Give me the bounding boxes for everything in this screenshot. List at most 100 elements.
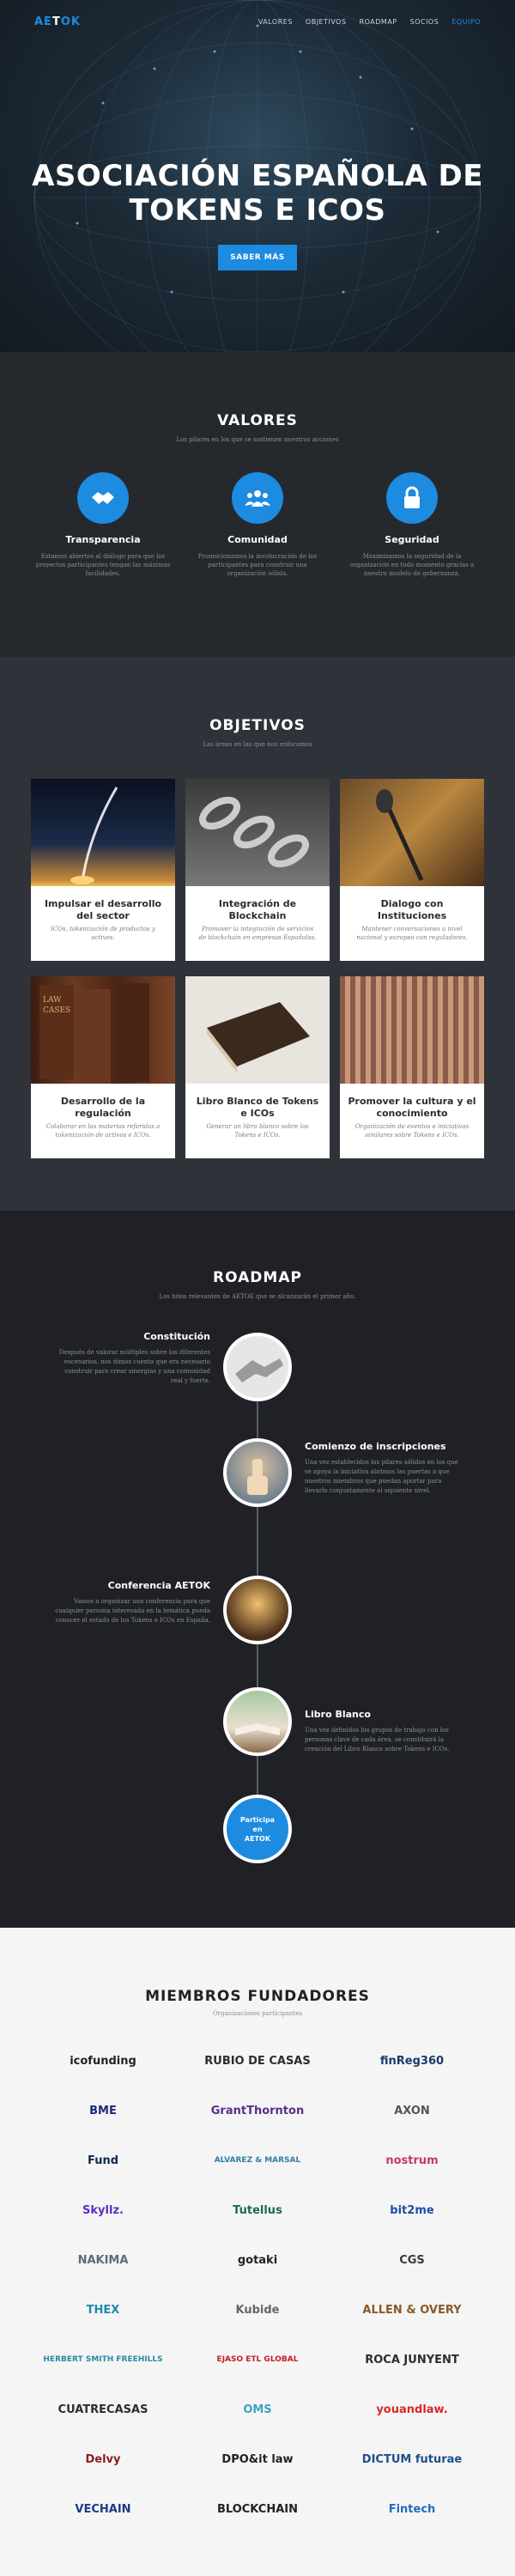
member-logo[interactable]: DPO&it law	[189, 2442, 326, 2476]
milestone-title: Libro Blanco	[305, 1709, 371, 1720]
hero-section: ASOCIACIÓN ESPAÑOLA DE TOKENS E ICOS SAB…	[0, 0, 515, 352]
lock-icon	[386, 472, 438, 524]
member-logo[interactable]: EJASO ETL GLOBAL	[189, 2342, 326, 2377]
member-logo[interactable]: CUATRECASAS	[34, 2392, 172, 2427]
valor-item: Seguridad Maximizamos la seguridad de la…	[343, 472, 481, 578]
svg-text:CASES: CASES	[43, 1006, 70, 1015]
miembros-subtitle: Organizaciones participantes	[212, 2010, 303, 2017]
conference-image	[223, 1576, 292, 1644]
open-book-image	[223, 1687, 292, 1756]
objetivo-title: Impulsar el desarrollo del sector	[44, 898, 162, 921]
miembros-section: MIEMBROS FUNDADORES Organizaciones parti…	[0, 1928, 515, 2576]
valor-item: Comunidad Promocionamos la involucración…	[189, 472, 326, 578]
member-logo[interactable]: HERBERT SMITH FREEHILLS	[34, 2342, 172, 2377]
objetivo-text: Mantener conversaciones a nivel nacional…	[356, 926, 468, 941]
objetivo-card[interactable]: Impulsar el desarrollo del sector ICOs, …	[31, 779, 175, 961]
milestone-text: Una vez establecidos los pilares sólidos…	[305, 1459, 458, 1494]
member-logo[interactable]: Delvy	[34, 2442, 172, 2476]
handshake-image	[223, 1333, 292, 1401]
member-logo[interactable]: gotaki	[189, 2243, 326, 2277]
nav-item-socios[interactable]: SOCIOS	[410, 18, 439, 26]
objetivo-card[interactable]: Integración de Blockchain Promover la in…	[185, 779, 330, 961]
participate-button[interactable]: Participa en AETOK	[223, 1795, 292, 1863]
member-logo[interactable]: CGS	[343, 2243, 481, 2277]
objetivos-subtitle: Las áreas en las que nos enfocamos	[203, 741, 312, 748]
valor-item: Transparencia Estamos abiertos al diálog…	[34, 472, 172, 578]
member-logo[interactable]: Skyllz.	[34, 2193, 172, 2227]
member-logo[interactable]: THEX	[34, 2293, 172, 2327]
aetok-logo[interactable]: AETOK	[34, 15, 81, 28]
member-logo[interactable]: OMS	[189, 2392, 326, 2427]
roadmap-milestone: Constitución Después de valorar múltiple…	[52, 1331, 210, 1386]
member-logo[interactable]: youandlaw.	[343, 2392, 481, 2427]
rocket-launch-image	[31, 779, 175, 886]
member-logo[interactable]: icofunding	[34, 2044, 172, 2078]
nav-item-objetivos[interactable]: OBJETIVOS	[306, 18, 347, 26]
objetivo-card[interactable]: Libro Blanco de Tokens e ICOs Generar un…	[185, 976, 330, 1158]
objetivo-text: Colaborar en las materias referidas a to…	[45, 1123, 161, 1139]
objetivo-title: Libro Blanco de Tokens e ICOs	[196, 1096, 319, 1119]
member-logo[interactable]: bit2me	[343, 2193, 481, 2227]
chain-links-image	[185, 779, 330, 886]
nav-item-equipo[interactable]: EQUIPO	[451, 18, 481, 26]
law-books-image: LAW CASES	[31, 976, 175, 1084]
microphone-image	[340, 779, 484, 886]
milestone-text: Después de valorar múltiples sobre los d…	[58, 1349, 210, 1384]
roadmap-title: ROADMAP	[213, 1269, 302, 1286]
objetivo-card[interactable]: LAW CASES Desarrollo de la regulación Col…	[31, 976, 175, 1158]
member-logo[interactable]: nostrum	[343, 2143, 481, 2178]
member-logo[interactable]: DICTUM futurae	[343, 2442, 481, 2476]
top-nav: AETOK VALORES OBJETIVOS ROADMAP SOCIOS E…	[0, 0, 515, 43]
objetivos-title: OBJETIVOS	[209, 717, 306, 734]
valores-subtitle: Los pilares en los que se sostienen nues…	[176, 436, 339, 443]
milestone-title: Comienzo de inscripciones	[305, 1441, 446, 1452]
member-logo[interactable]: ALVAREZ & MARSAL	[189, 2143, 326, 2178]
objetivos-section: OBJETIVOS Las áreas en las que nos enfoc…	[0, 657, 515, 1211]
nav-menu: VALORES OBJETIVOS ROADMAP SOCIOS EQUIPO	[258, 18, 481, 26]
objetivo-title: Promover la cultura y el conocimiento	[348, 1096, 476, 1119]
objetivo-text: Generar un libro blanco sobre los Tokens…	[206, 1123, 309, 1139]
member-logo[interactable]: ROCA JUNYENT	[343, 2342, 481, 2377]
roadmap-milestone: Conferencia AETOK Vamos a organizar una …	[52, 1580, 210, 1625]
member-logo[interactable]: BME	[34, 2093, 172, 2128]
member-logo[interactable]: finReg360	[343, 2044, 481, 2078]
objetivo-card[interactable]: Dialogo con Instituciones Mantener conve…	[340, 779, 484, 961]
handshake-icon	[77, 472, 129, 524]
svg-text:LAW: LAW	[43, 996, 62, 1005]
member-logo[interactable]: Tutellus	[189, 2193, 326, 2227]
valor-title: Transparencia	[65, 534, 141, 545]
valores-title: VALORES	[217, 412, 298, 429]
white-book-image	[185, 976, 330, 1084]
member-logo[interactable]: ALLEN & OVERY	[343, 2293, 481, 2327]
member-logo[interactable]: GrantThornton	[189, 2093, 326, 2128]
valores-section: VALORES Los pilares en los que se sostie…	[0, 352, 515, 657]
valor-title: Seguridad	[385, 534, 439, 545]
objetivo-text: Organización de eventos e iniciativas si…	[354, 1123, 470, 1139]
nav-item-roadmap[interactable]: ROADMAP	[360, 18, 397, 26]
member-logo[interactable]: RUBIO DE CASAS	[189, 2044, 326, 2078]
learn-more-button[interactable]: SABER MÁS	[218, 245, 297, 270]
objetivo-title: Dialogo con Instituciones	[377, 898, 447, 921]
member-logo[interactable]: Kubide	[189, 2293, 326, 2327]
member-logo[interactable]: Fund	[34, 2143, 172, 2178]
member-logo[interactable]: BLOCKCHAIN	[189, 2492, 326, 2526]
milestone-text: Una vez definidos los grupos de trabajo …	[305, 1727, 450, 1753]
milestone-title: Constitución	[143, 1331, 210, 1342]
valor-text: Maximizamos la seguridad de la organizac…	[349, 553, 475, 577]
audience-image	[340, 976, 484, 1084]
community-icon	[232, 472, 283, 524]
nav-item-valores[interactable]: VALORES	[258, 18, 293, 26]
objetivo-title: Integración de Blockchain	[218, 898, 297, 921]
milestone-title: Conferencia AETOK	[107, 1580, 210, 1591]
miembros-title: MIEMBROS FUNDADORES	[145, 1988, 370, 2005]
member-logo[interactable]: NAKIMA	[34, 2243, 172, 2277]
objetivo-title: Desarrollo de la regulación	[60, 1096, 146, 1119]
roadmap-milestone: Comienzo de inscripciones Una vez establ…	[305, 1441, 464, 1496]
objetivo-text: Promover la integración de servicios de …	[198, 926, 317, 941]
valor-text: Promocionamos la involucración de los pa…	[197, 553, 318, 577]
objetivo-card[interactable]: Promover la cultura y el conocimiento Or…	[340, 976, 484, 1158]
member-logo[interactable]: AXON	[343, 2093, 481, 2128]
member-logo[interactable]: Fintech	[343, 2492, 481, 2526]
roadmap-milestone: Libro Blanco Una vez definidos los grupo…	[305, 1709, 464, 1754]
member-logo[interactable]: VECHAIN	[34, 2492, 172, 2526]
